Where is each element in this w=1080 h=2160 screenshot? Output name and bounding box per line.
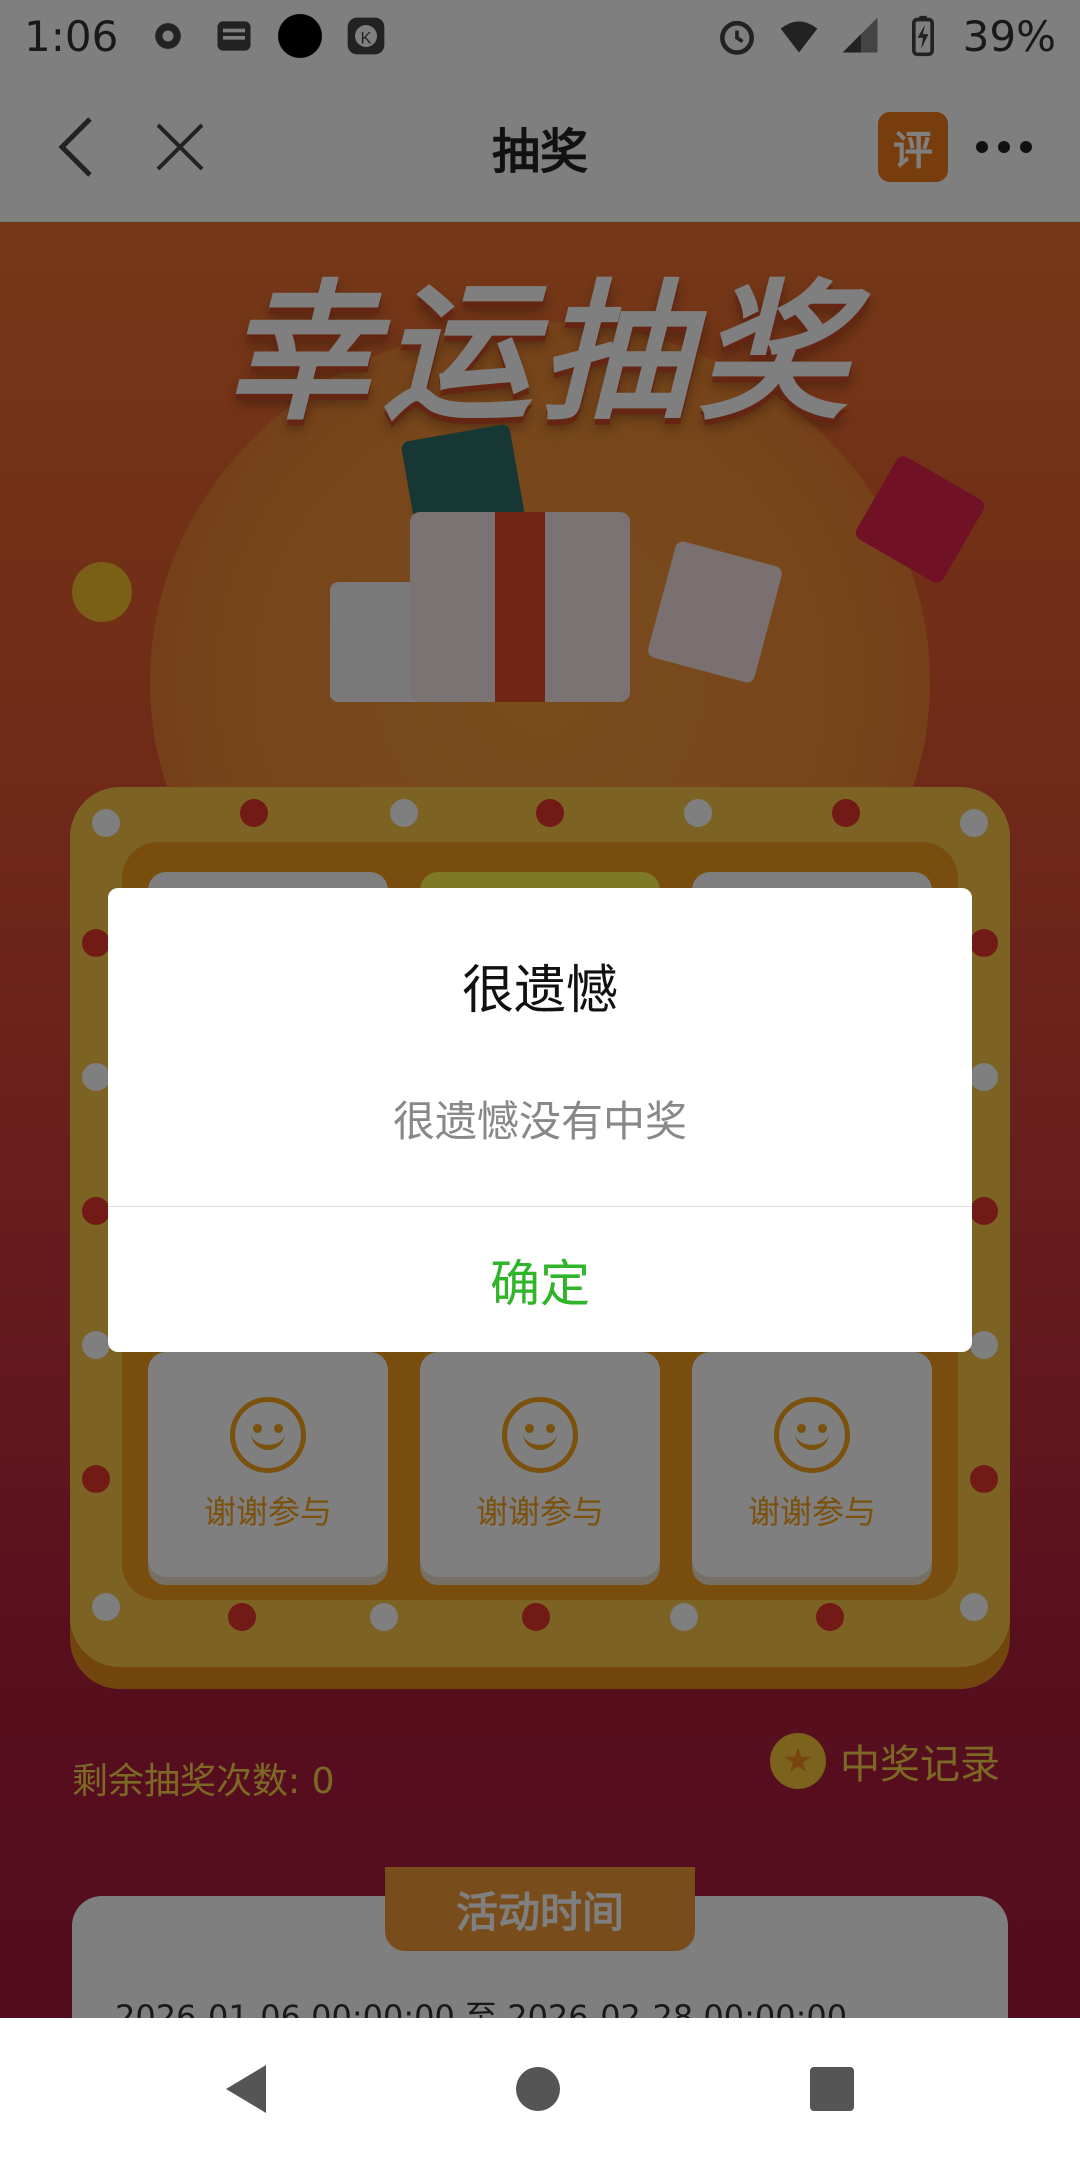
dialog-title: 很遗憾 [461, 961, 618, 1021]
dialog-message: 很遗憾没有中奖 [392, 1097, 687, 1146]
back-triangle-icon[interactable] [226, 2065, 266, 2113]
recent-apps-square-icon[interactable] [810, 2067, 854, 2111]
home-circle-icon[interactable] [516, 2067, 560, 2111]
system-nav-bar [0, 2018, 1080, 2160]
confirm-button[interactable]: 确定 [108, 1207, 972, 1352]
result-dialog: 很遗憾 很遗憾没有中奖 确定 [108, 888, 972, 1352]
